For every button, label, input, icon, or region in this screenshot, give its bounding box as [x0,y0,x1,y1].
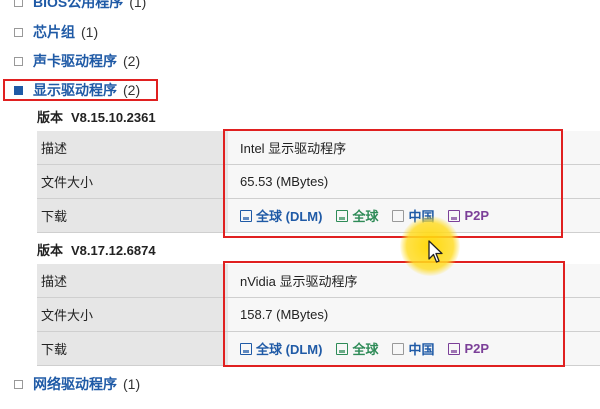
version-label: 版本 [37,243,64,258]
category-audio[interactable]: 声卡驱动程序 (2) [14,50,140,72]
version-heading: 版本 V8.15.10.2361 [37,107,156,126]
version-number: V8.17.12.6874 [71,243,156,258]
category-name[interactable]: 芯片组 [33,22,75,42]
category-name[interactable]: BIOS公用程序 [33,0,123,12]
mouse-pointer-icon [428,240,443,263]
category-highlight-box [3,79,158,101]
category-name[interactable]: 网络驱动程序 [33,374,117,394]
category-bios[interactable]: BIOS公用程序 (1) [14,0,146,13]
category-chipset[interactable]: 芯片组 (1) [14,21,98,43]
desc-label: 描述 [37,264,228,298]
expand-box-icon[interactable] [14,56,23,66]
expand-box-icon[interactable] [14,0,23,7]
details-highlight-box [223,261,565,367]
details-highlight-box [223,129,563,238]
category-name[interactable]: 声卡驱动程序 [33,51,117,71]
desc-label: 描述 [37,131,228,165]
category-count: (1) [123,376,141,392]
category-count: (1) [81,24,99,40]
version-label: 版本 [37,110,64,125]
expand-box-icon[interactable] [14,379,23,389]
version-number: V8.15.10.2361 [71,110,156,125]
version-heading: 版本 V8.17.12.6874 [37,240,156,259]
category-count: (2) [123,53,141,69]
download-label: 下载 [37,198,228,233]
size-label: 文件大小 [37,164,228,199]
download-label: 下载 [37,331,228,366]
category-network[interactable]: 网络驱动程序 (1) [14,373,140,395]
size-label: 文件大小 [37,297,228,332]
expand-box-icon[interactable] [14,27,23,37]
category-count: (1) [129,0,147,10]
